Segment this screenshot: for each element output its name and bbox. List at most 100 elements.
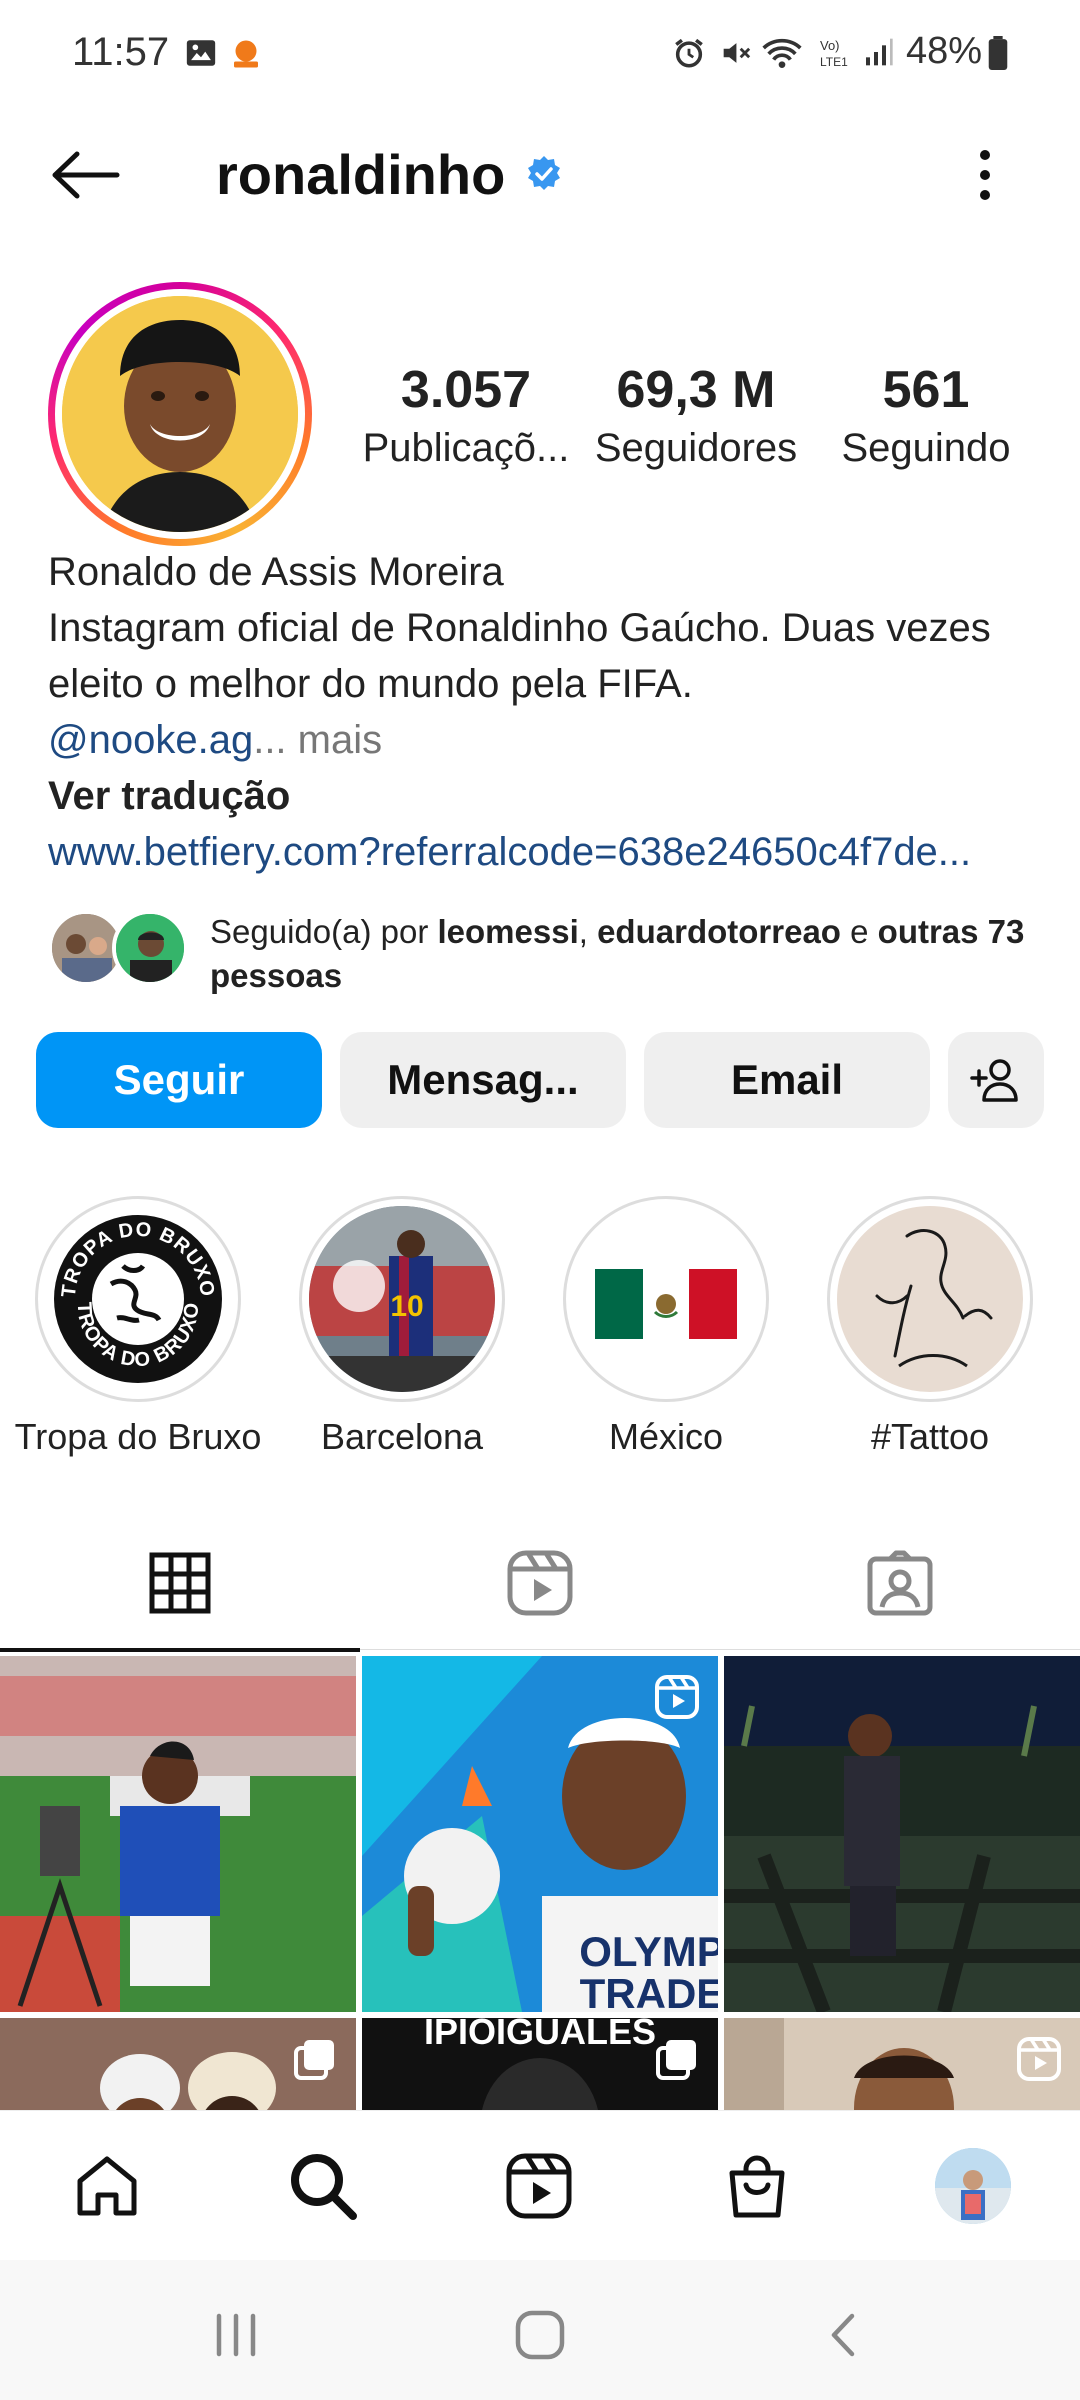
status-time: 11:57 [72, 30, 170, 74]
highlight-cover: TROPA DO BRUXO TROPA DO BRUXO [45, 1206, 231, 1392]
mute-icon [723, 43, 751, 63]
highlight-tropa-do-bruxo[interactable]: TROPA DO BRUXO TROPA DO BRUXO Tropa do B… [6, 1196, 270, 1458]
arrow-left-icon [52, 151, 120, 199]
multi-photo-badge-icon [656, 2040, 696, 2080]
bio-line-2: eleito o melhor do mundo pela FIFA. [48, 662, 693, 706]
svg-text:10: 10 [390, 1290, 423, 1323]
post-thumbnail[interactable] [0, 2018, 356, 2110]
system-navigation-bar [0, 2260, 1080, 2400]
stat-posts-label: Publicaçõ... [362, 426, 570, 470]
highlight-cover [837, 1206, 1023, 1392]
multi-photo-badge-icon [294, 2040, 334, 2080]
stat-posts-value: 3.057 [400, 361, 532, 419]
website-link[interactable]: www.betfiery.com?referralcode=638e24650c… [48, 824, 1038, 880]
wifi-icon [762, 38, 802, 68]
own-profile-avatar [935, 2148, 1011, 2224]
status-bar: 11:57 Vo) LTE1 48% [0, 0, 1080, 110]
reel-badge-icon [655, 1675, 699, 1719]
post-thumbnail[interactable] [0, 1656, 356, 2012]
highlight-cover [573, 1206, 759, 1392]
grid-icon [149, 1552, 211, 1614]
avatar-photo [62, 296, 298, 532]
bio-more-link[interactable]: mais [298, 718, 382, 762]
followed-by[interactable]: Seguido(a) por leomessi, eduardotorreao … [48, 906, 1048, 996]
profile-username: ronaldinho [216, 143, 506, 206]
posts-grid: OLYMP TRADE IPIOIGUALES [0, 1656, 1080, 2110]
profile-tabs [0, 1516, 1080, 1652]
tagged-person-icon [867, 1550, 933, 1616]
message-button[interactable]: Mensag... [340, 1032, 626, 1128]
nav-shop[interactable] [712, 2141, 802, 2231]
bio-mention-link[interactable]: @nooke.ag [48, 718, 253, 762]
profile-full-name: Ronaldo de Assis Moreira [48, 550, 504, 594]
volte-icon: Vo) LTE1 [820, 38, 848, 69]
gallery-icon [186, 40, 216, 66]
reel-badge-icon [1017, 2037, 1061, 2081]
nav-search[interactable] [278, 2141, 368, 2231]
home-system-button[interactable] [500, 2300, 580, 2370]
follow-button[interactable]: Seguir [36, 1032, 322, 1128]
back-button[interactable] [40, 140, 130, 210]
tab-reels[interactable] [360, 1516, 720, 1650]
stat-following-value: 561 [882, 361, 970, 419]
home-square-icon [515, 2310, 565, 2360]
verified-badge-icon [528, 156, 560, 190]
post-thumbnail[interactable]: OLYMP TRADE [362, 1656, 718, 2012]
highlight-mexico[interactable]: México [534, 1196, 798, 1458]
recent-apps-button[interactable] [196, 2300, 276, 2370]
more-options-button[interactable] [960, 140, 1010, 210]
bottom-navigation [0, 2110, 1080, 2260]
highlight-tattoo[interactable]: #Tattoo [798, 1196, 1062, 1458]
tab-tagged[interactable] [720, 1516, 1080, 1650]
stat-followers-label: Seguidores [594, 426, 798, 470]
svg-text:TRADE: TRADE [580, 1970, 718, 2012]
back-system-button[interactable] [804, 2300, 884, 2370]
signal-icon [866, 38, 893, 66]
bio-ellipsis: ... [253, 718, 287, 762]
post-thumbnail[interactable] [724, 2018, 1080, 2110]
see-translation-link[interactable]: Ver tradução [48, 768, 1038, 824]
followed-by-text: Seguido(a) por leomessi, eduardotorreao … [210, 913, 1025, 994]
post-thumbnail[interactable]: IPIOIGUALES [362, 2018, 718, 2110]
more-vertical-icon [980, 150, 990, 200]
highlight-barcelona[interactable]: 10 Barcelona [270, 1196, 534, 1458]
profile-bio: Ronaldo de Assis Moreira Instagram ofici… [48, 544, 1038, 880]
stat-followers-value: 69,3 M [616, 361, 776, 419]
highlight-label: Barcelona [320, 1416, 484, 1457]
svg-text:IPIOIGUALES: IPIOIGUALES [424, 2018, 656, 2052]
profile-header: ronaldinho [0, 120, 1080, 230]
highlight-label: #Tattoo [870, 1416, 990, 1457]
bio-line-1: Instagram oficial de Ronaldinho Gaúcho. … [48, 606, 991, 650]
highlight-label: México [608, 1416, 724, 1457]
stat-following-label: Seguindo [841, 426, 1011, 470]
stat-following[interactable]: 561 Seguindo [826, 360, 1026, 471]
chevron-left-icon [831, 2313, 855, 2357]
battery-percent: 48% [906, 30, 983, 72]
recent-apps-icon [216, 2313, 256, 2357]
nav-reels[interactable] [494, 2141, 584, 2231]
search-icon [291, 2154, 357, 2220]
email-button[interactable]: Email [644, 1032, 930, 1128]
highlight-label: Tropa do Bruxo [14, 1416, 262, 1457]
nav-profile[interactable] [928, 2141, 1018, 2231]
post-thumbnail[interactable] [724, 1656, 1080, 2012]
nav-home[interactable] [62, 2141, 152, 2231]
reels-icon [507, 1550, 573, 1616]
notification-app-icon [234, 40, 258, 68]
battery-icon [988, 36, 1008, 70]
suggested-users-button[interactable] [948, 1032, 1044, 1128]
shopping-bag-icon [729, 2155, 785, 2218]
reels-icon [506, 2153, 572, 2219]
alarm-icon [675, 38, 703, 68]
svg-text:Vo): Vo) [820, 38, 840, 53]
highlight-cover: 10 [309, 1206, 495, 1392]
profile-avatar[interactable] [48, 282, 312, 546]
stat-posts[interactable]: 3.057 Publicaçõ... [356, 360, 576, 471]
svg-text:LTE1: LTE1 [820, 55, 848, 69]
follower-avatar-2 [112, 910, 188, 986]
home-icon [77, 2156, 137, 2216]
add-person-icon [970, 1059, 1018, 1102]
svg-text:OLYMP: OLYMP [579, 1928, 718, 1975]
tab-posts-grid[interactable] [0, 1516, 360, 1652]
stat-followers[interactable]: 69,3 M Seguidores [586, 360, 806, 471]
